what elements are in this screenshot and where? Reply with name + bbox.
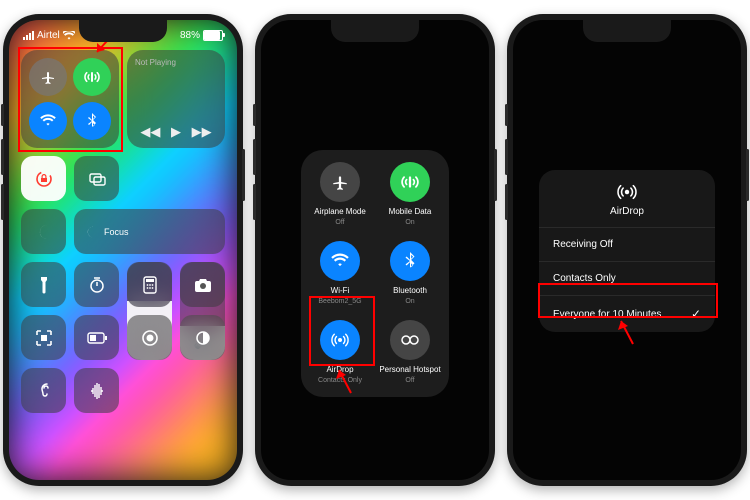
airdrop-menu: AirDrop Receiving Off Contacts Only Ever… (539, 170, 715, 332)
wifi-icon (63, 31, 75, 40)
timer-button[interactable] (74, 262, 119, 307)
wifi-label: Wi-Fi (331, 286, 350, 295)
airdrop-button[interactable] (320, 320, 360, 360)
airplane-label: Airplane Mode (314, 207, 366, 216)
airplane-sub: Off (335, 219, 344, 226)
wifi-button[interactable] (320, 241, 360, 281)
bluetooth-label: Bluetooth (393, 286, 427, 295)
airdrop-option-off[interactable]: Receiving Off (539, 228, 715, 262)
mobile-data-button[interactable] (390, 162, 430, 202)
media-tile[interactable]: Not Playing ◀◀ ▶ ▶▶ (127, 50, 225, 148)
phone-frame-2: Airplane Mode Off Mobile Data On Wi-Fi Beeb… (255, 14, 495, 486)
notch (331, 20, 419, 42)
hotspot-sub: Off (405, 377, 414, 384)
notch (79, 20, 167, 42)
not-playing-label: Not Playing (135, 58, 217, 67)
carrier-label: Airtel (37, 30, 60, 41)
hotspot-button[interactable] (390, 320, 430, 360)
screen-record-button[interactable] (127, 315, 172, 360)
calculator-button[interactable] (127, 262, 172, 307)
airdrop-title: AirDrop (610, 206, 644, 217)
airdrop-icon (617, 182, 637, 202)
notch (583, 20, 671, 42)
hotspot-label: Personal Hotspot (379, 365, 440, 374)
bluetooth-button[interactable] (390, 241, 430, 281)
camera-button[interactable] (180, 262, 225, 307)
bluetooth-sub: On (405, 298, 414, 305)
phone-frame-1: Airtel 88% Not Playing ◀◀ ▶ ▶▶ (3, 14, 243, 486)
screen-mirroring-button[interactable] (74, 156, 119, 201)
flashlight-button[interactable] (21, 262, 66, 307)
orientation-lock-button[interactable] (21, 156, 66, 201)
next-track-icon[interactable]: ▶▶ (192, 124, 212, 140)
connectivity-tile[interactable] (21, 50, 119, 148)
dark-mode-button[interactable] (180, 315, 225, 360)
airdrop-sub: Contacts Only (318, 377, 362, 384)
hearing-button[interactable] (21, 368, 66, 413)
airplane-toggle[interactable] (29, 58, 67, 96)
bluetooth-toggle[interactable] (73, 102, 111, 140)
battery-pct: 88% (180, 30, 200, 41)
airdrop-option-everyone[interactable]: Everyone for 10 Minutes✓ (539, 296, 715, 332)
focus-button[interactable]: Focus (74, 209, 225, 254)
focus-label: Focus (104, 227, 129, 237)
play-icon[interactable]: ▶ (171, 124, 181, 140)
airdrop-label: AirDrop (326, 365, 353, 374)
focus-moon-button[interactable] (21, 209, 66, 254)
mobiledata-sub: On (405, 219, 414, 226)
airplane-mode-button[interactable] (320, 162, 360, 202)
connectivity-expanded: Airplane Mode Off Mobile Data On Wi-Fi Beeb… (301, 150, 449, 397)
mobiledata-label: Mobile Data (389, 207, 432, 216)
cellular-toggle[interactable] (73, 58, 111, 96)
wifi-toggle[interactable] (29, 102, 67, 140)
phone-frame-3: AirDrop Receiving Off Contacts Only Ever… (507, 14, 747, 486)
shazam-button[interactable] (74, 368, 119, 413)
qr-scan-button[interactable] (21, 315, 66, 360)
check-icon: ✓ (691, 307, 701, 321)
wifi-sub: Beebom2_5G (318, 298, 361, 305)
airdrop-option-contacts[interactable]: Contacts Only (539, 262, 715, 296)
low-power-button[interactable] (74, 315, 119, 360)
battery-icon (203, 30, 223, 41)
prev-track-icon[interactable]: ◀◀ (140, 124, 160, 140)
